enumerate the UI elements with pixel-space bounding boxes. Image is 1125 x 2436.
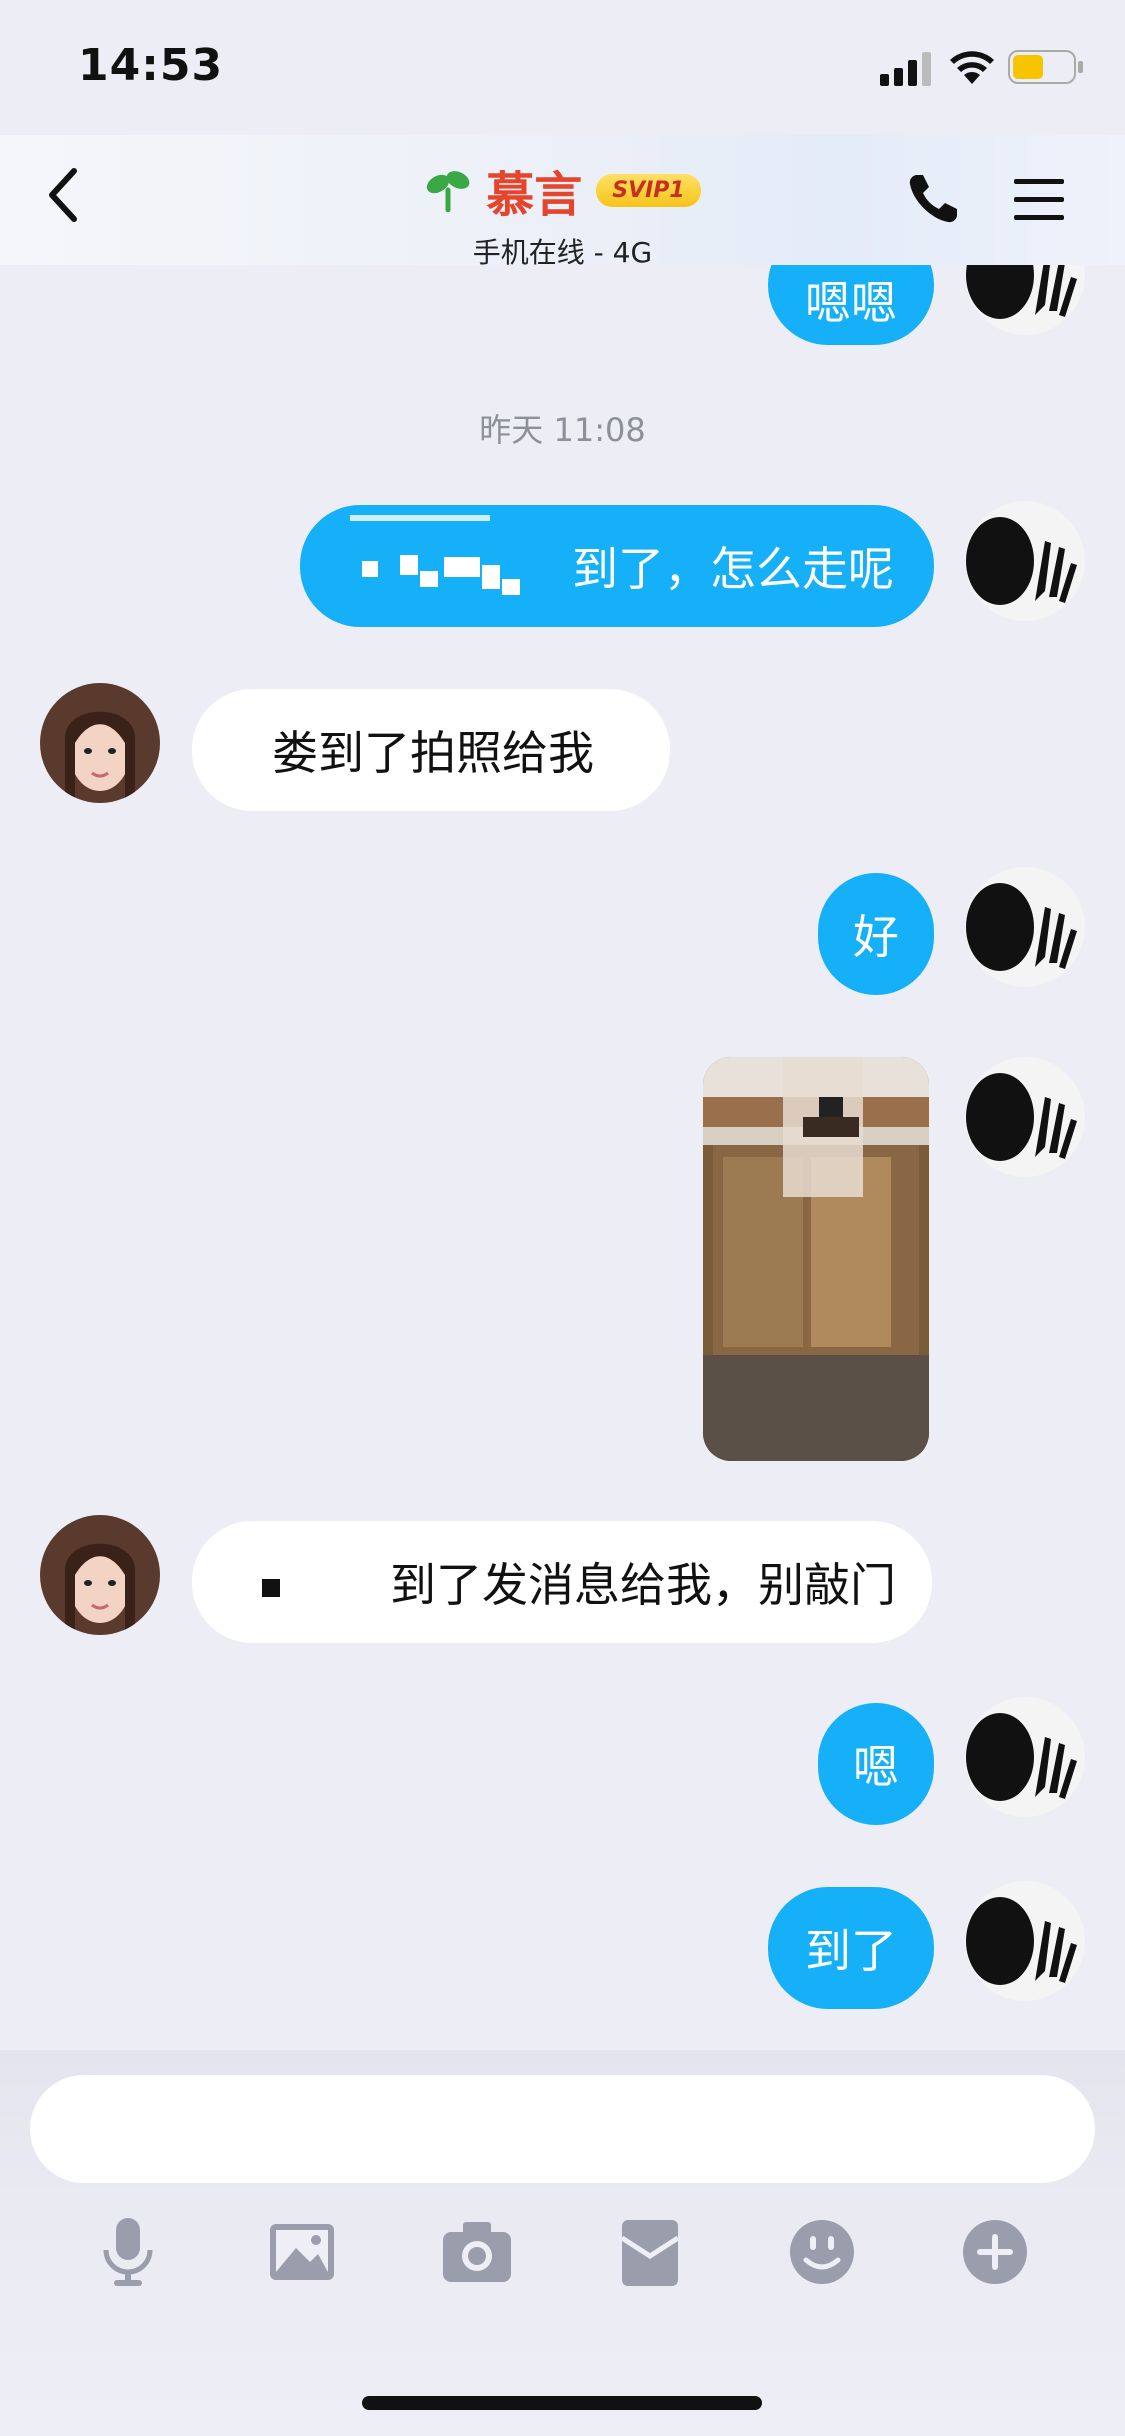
- message-text: 嗯嗯: [805, 276, 897, 330]
- message-list[interactable]: 嗯嗯 昨天 11:08 到了，怎么走呢 娄到了拍照给我 好 到了发消息给我，别敲…: [0, 265, 1125, 2050]
- message-bubble-outgoing[interactable]: 嗯: [818, 1703, 934, 1825]
- home-indicator: [362, 2396, 762, 2410]
- my-avatar[interactable]: [965, 501, 1085, 621]
- plus-icon[interactable]: [955, 2212, 1035, 2292]
- message-bubble-incoming[interactable]: 到了发消息给我，别敲门: [192, 1521, 932, 1643]
- image-icon[interactable]: [262, 2212, 342, 2292]
- contact-name: 慕言: [486, 167, 583, 223]
- battery-icon: [1008, 50, 1083, 84]
- contact-avatar[interactable]: [40, 1515, 160, 1635]
- message-text: 到了，怎么走呢: [572, 542, 894, 596]
- message-text: 好: [853, 910, 899, 964]
- my-avatar[interactable]: [965, 1697, 1085, 1817]
- svip-badge: SVIP1: [596, 173, 701, 207]
- message-text: 到了: [805, 1924, 897, 1978]
- message-bubble-outgoing[interactable]: 嗯嗯: [768, 265, 934, 345]
- wifi-icon: [950, 51, 994, 84]
- my-avatar[interactable]: [965, 1057, 1085, 1177]
- message-bubble-outgoing[interactable]: 好: [818, 873, 934, 995]
- my-avatar[interactable]: [965, 265, 1085, 335]
- message-input[interactable]: [30, 2075, 1095, 2183]
- message-text: 娄到了拍照给我: [272, 726, 594, 780]
- red-packet-icon[interactable]: [610, 2212, 690, 2292]
- message-text: 嗯: [853, 1740, 899, 1794]
- message-text: 到了发消息给我，别敲门: [390, 1558, 896, 1612]
- sprout-icon: [427, 171, 470, 212]
- message-bubble-outgoing[interactable]: 到了，怎么走呢: [300, 505, 934, 627]
- chat-header: 慕言 SVIP1 手机在线 - 4G: [0, 135, 1125, 269]
- message-bubble-incoming[interactable]: 娄到了拍照给我: [192, 689, 670, 811]
- phone-call-icon[interactable]: [905, 171, 961, 227]
- menu-icon[interactable]: [1012, 175, 1066, 225]
- timestamp: 昨天 11:08: [479, 411, 646, 449]
- status-time: 14:53: [78, 40, 224, 91]
- contact-avatar[interactable]: [40, 683, 160, 803]
- camera-icon[interactable]: [437, 2212, 517, 2292]
- microphone-icon[interactable]: [88, 2212, 168, 2292]
- my-avatar[interactable]: [965, 867, 1085, 987]
- signal-icon: [880, 52, 931, 86]
- input-area: [0, 2050, 1125, 2436]
- contact-title[interactable]: 慕言 SVIP1: [424, 155, 701, 225]
- redacted-pixel: [262, 1579, 280, 1597]
- emoji-icon[interactable]: [782, 2212, 862, 2292]
- photo-message[interactable]: [703, 1057, 929, 1461]
- message-bubble-outgoing[interactable]: 到了: [768, 1887, 934, 2009]
- status-bar: 14:53: [0, 0, 1125, 135]
- my-avatar[interactable]: [965, 1881, 1085, 2001]
